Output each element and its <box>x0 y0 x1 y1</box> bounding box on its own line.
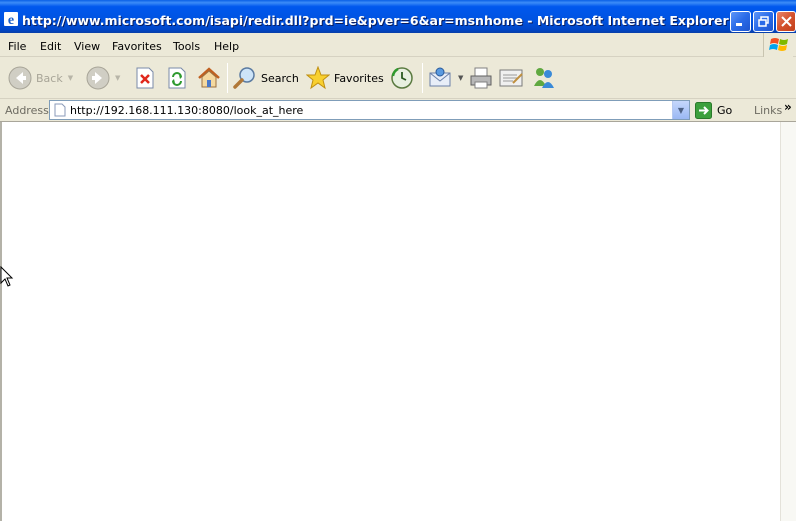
back-arrow-icon <box>8 66 32 90</box>
links-more-icon[interactable]: » <box>784 100 792 114</box>
close-button[interactable] <box>776 11 796 32</box>
print-button[interactable] <box>469 57 493 99</box>
mail-icon <box>429 67 451 87</box>
favorites-star-icon <box>306 66 330 90</box>
history-icon <box>391 67 413 89</box>
mail-button[interactable]: ▼ <box>429 57 463 99</box>
vertical-scrollbar[interactable] <box>780 122 796 521</box>
search-icon <box>233 67 255 89</box>
messenger-icon <box>534 68 554 88</box>
print-icon <box>470 67 492 89</box>
favorites-button[interactable]: Favorites <box>306 57 384 99</box>
address-input[interactable]: http://192.168.111.130:8080/look_at_here… <box>49 100 690 120</box>
search-label: Search <box>261 71 299 85</box>
history-button[interactable] <box>390 57 414 99</box>
title-bar[interactable]: e http://www.microsoft.com/isapi/redir.d… <box>0 0 796 33</box>
menu-favorites[interactable]: Favorites <box>112 40 162 53</box>
menu-tools[interactable]: Tools <box>173 40 200 53</box>
svg-text:e: e <box>8 13 14 27</box>
window-title: http://www.microsoft.com/isapi/redir.dll… <box>22 13 729 28</box>
mail-dropdown-icon[interactable]: ▼ <box>458 74 463 82</box>
edit-page-icon <box>499 69 523 87</box>
refresh-button[interactable] <box>167 57 187 99</box>
back-dropdown-icon[interactable]: ▼ <box>68 74 73 82</box>
toolbar-separator <box>227 63 228 93</box>
go-arrow-icon <box>695 102 712 119</box>
stop-icon <box>136 67 154 89</box>
favorites-label: Favorites <box>334 71 384 85</box>
minimize-button[interactable] <box>730 11 751 32</box>
minimize-icon <box>736 23 742 26</box>
forward-dropdown-icon[interactable]: ▼ <box>115 74 120 82</box>
menu-view[interactable]: View <box>74 40 100 53</box>
ie-logo-icon: e <box>3 11 19 28</box>
forward-arrow-icon <box>86 66 110 90</box>
chevron-down-icon: ▼ <box>677 105 685 115</box>
standard-toolbar: Back ▼ ▼ Search Favorites ▼ <box>0 57 796 99</box>
forward-button[interactable]: ▼ <box>86 57 120 99</box>
restore-icon <box>758 16 769 27</box>
back-button[interactable]: Back ▼ <box>8 57 73 99</box>
menu-file[interactable]: File <box>8 40 26 53</box>
menu-help[interactable]: Help <box>214 40 239 53</box>
menu-bar: File Edit View Favorites Tools Help <box>0 33 796 57</box>
go-label: Go <box>717 104 733 117</box>
links-button[interactable]: Links <box>754 104 782 117</box>
search-button[interactable]: Search <box>233 57 299 99</box>
address-label: Address <box>5 104 49 117</box>
back-label: Back <box>36 71 63 85</box>
close-icon <box>780 16 792 27</box>
menu-edit[interactable]: Edit <box>40 40 61 53</box>
stop-button[interactable] <box>135 57 155 99</box>
refresh-icon <box>168 67 186 89</box>
address-url: http://192.168.111.130:8080/look_at_here <box>70 104 304 117</box>
page-icon <box>54 103 66 117</box>
home-icon <box>198 67 220 88</box>
windows-flag-icon <box>763 33 793 57</box>
address-bar: Address http://192.168.111.130:8080/look… <box>0 99 796 122</box>
home-button[interactable] <box>197 57 221 99</box>
edit-button[interactable] <box>499 57 525 99</box>
go-button[interactable]: Go <box>695 101 732 120</box>
mouse-cursor-icon <box>0 265 14 291</box>
page-content[interactable] <box>0 122 780 521</box>
address-dropdown-button[interactable]: ▼ <box>672 101 689 119</box>
toolbar-separator <box>422 63 423 93</box>
messenger-button[interactable] <box>531 57 557 99</box>
restore-button[interactable] <box>753 11 774 32</box>
